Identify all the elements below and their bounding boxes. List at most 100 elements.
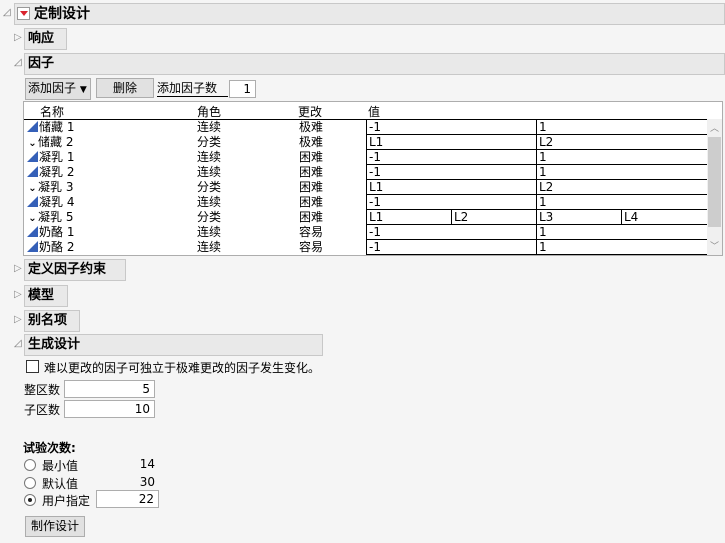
scroll-down-icon[interactable]: ﹀ — [710, 239, 719, 252]
factor-change[interactable]: 极难 — [299, 120, 323, 135]
header-values: 值 — [368, 105, 381, 119]
factor-name[interactable]: 凝乳 5 — [38, 210, 73, 224]
scroll-up-icon[interactable]: ︿ — [710, 121, 719, 134]
constraints-section[interactable]: 定义因子约束 — [24, 259, 126, 281]
factor-value[interactable]: 1 — [536, 225, 707, 240]
add-factor-dropdown[interactable]: 添加因子 ▼ — [25, 78, 91, 100]
expand-triangle-icon[interactable]: ▷ — [14, 289, 22, 301]
factor-value[interactable]: L2 — [536, 135, 707, 150]
red-menu-icon[interactable] — [17, 7, 30, 20]
factor-change[interactable]: 困难 — [299, 150, 323, 165]
factor-name[interactable]: 凝乳 2 — [39, 165, 74, 179]
factor-name[interactable]: 凝乳 1 — [39, 150, 74, 164]
alias-section[interactable]: 别名项 — [24, 310, 80, 332]
table-row[interactable]: 奶酪 2 连续 容易 -1 1 — [24, 240, 707, 255]
continuous-icon — [27, 196, 38, 207]
categorical-chevron-icon: ⌄ — [28, 213, 37, 224]
factor-value[interactable]: -1 — [366, 225, 537, 240]
continuous-icon — [27, 151, 38, 162]
factor-name[interactable]: 储藏 1 — [39, 120, 74, 134]
factor-role[interactable]: 连续 — [197, 240, 221, 255]
factor-role[interactable]: 连续 — [197, 195, 221, 210]
factor-value[interactable]: L2 — [451, 210, 537, 225]
whole-plots-input[interactable]: 5 — [64, 380, 155, 398]
responses-section[interactable]: 响应 — [24, 28, 67, 50]
factor-value[interactable]: L1 — [366, 180, 537, 195]
delete-button[interactable]: 删除 — [96, 78, 154, 98]
factor-name[interactable]: 奶酪 2 — [39, 240, 74, 254]
user-runs-input[interactable]: 22 — [96, 490, 159, 508]
factor-role[interactable]: 分类 — [197, 210, 221, 225]
model-section[interactable]: 模型 — [24, 285, 68, 307]
checkbox-label: 难以更改的因子可独立于极难更改的因子发生变化。 — [44, 361, 321, 375]
custom-design-header: 定制设计 — [14, 3, 725, 25]
collapse-triangle-icon[interactable]: ◿ — [14, 338, 22, 350]
categorical-chevron-icon: ⌄ — [28, 138, 37, 149]
table-row[interactable]: 凝乳 4 连续 困难 -1 1 — [24, 195, 707, 210]
scrollbar-thumb[interactable] — [708, 137, 721, 227]
expand-triangle-icon[interactable]: ▷ — [14, 263, 22, 275]
factor-change[interactable]: 容易 — [299, 225, 323, 240]
table-row[interactable]: 凝乳 1 连续 困难 -1 1 — [24, 150, 707, 165]
factor-change[interactable]: 困难 — [299, 180, 323, 195]
factor-value[interactable]: L1 — [366, 210, 452, 225]
factor-name[interactable]: 奶酪 1 — [39, 225, 74, 239]
factor-value[interactable]: -1 — [366, 165, 537, 180]
expand-triangle-icon[interactable]: ▷ — [14, 314, 22, 326]
factor-change[interactable]: 困难 — [299, 195, 323, 210]
table-row[interactable]: ⌄储藏 2 分类 极难 L1 L2 — [24, 135, 707, 150]
table-header: 名称 角色 更改 值 — [24, 102, 707, 120]
factor-value[interactable]: L3 — [536, 210, 622, 225]
table-row[interactable]: ⌄凝乳 3 分类 困难 L1 L2 — [24, 180, 707, 195]
expand-triangle-icon[interactable]: ▷ — [14, 32, 22, 44]
factor-role[interactable]: 分类 — [197, 180, 221, 195]
factor-role[interactable]: 分类 — [197, 135, 221, 150]
add-count-input[interactable]: 1 — [229, 80, 256, 98]
continuous-icon — [27, 121, 38, 132]
subplots-input[interactable]: 10 — [64, 400, 155, 418]
factor-role[interactable]: 连续 — [197, 165, 221, 180]
collapse-triangle-icon[interactable]: ◿ — [3, 7, 11, 19]
factor-value[interactable]: L1 — [366, 135, 537, 150]
independent-checkbox[interactable] — [26, 360, 39, 373]
collapse-triangle-icon[interactable]: ◿ — [14, 57, 22, 69]
whole-plots-label: 整区数 — [24, 383, 61, 397]
subplots-label: 子区数 — [24, 403, 61, 417]
factor-value[interactable]: -1 — [366, 240, 537, 255]
factor-change[interactable]: 容易 — [299, 240, 323, 255]
factor-value[interactable]: 1 — [536, 165, 707, 180]
factor-name[interactable]: 储藏 2 — [38, 135, 73, 149]
default-value: 30 — [139, 475, 155, 489]
continuous-icon — [27, 241, 38, 252]
factor-value[interactable]: 1 — [536, 150, 707, 165]
factor-value[interactable]: L4 — [621, 210, 707, 225]
factor-role[interactable]: 连续 — [197, 150, 221, 165]
factor-change[interactable]: 困难 — [299, 165, 323, 180]
factor-value[interactable]: -1 — [366, 120, 537, 135]
table-row[interactable]: 储藏 1 连续 极难 -1 1 — [24, 120, 707, 135]
runs-label: 试验次数: — [23, 441, 76, 455]
factor-value[interactable]: 1 — [536, 120, 707, 135]
radio-minimum[interactable] — [24, 459, 36, 471]
vertical-scrollbar[interactable]: ︿ ﹀ — [707, 119, 722, 255]
make-design-button[interactable]: 制作设计 — [25, 516, 85, 537]
radio-user-specified[interactable] — [24, 494, 36, 506]
factor-value[interactable]: 1 — [536, 240, 707, 255]
factors-section[interactable]: 因子 — [24, 53, 725, 75]
factor-value[interactable]: 1 — [536, 195, 707, 210]
factor-name[interactable]: 凝乳 3 — [38, 180, 73, 194]
factor-name[interactable]: 凝乳 4 — [39, 195, 74, 209]
factor-change[interactable]: 困难 — [299, 210, 323, 225]
generate-section[interactable]: 生成设计 — [24, 334, 323, 356]
factor-change[interactable]: 极难 — [299, 135, 323, 150]
factor-role[interactable]: 连续 — [197, 225, 221, 240]
factor-value[interactable]: -1 — [366, 195, 537, 210]
default-label: 默认值 — [42, 477, 79, 491]
factor-value[interactable]: L2 — [536, 180, 707, 195]
factor-role[interactable]: 连续 — [197, 120, 221, 135]
factor-value[interactable]: -1 — [366, 150, 537, 165]
table-row[interactable]: ⌄凝乳 5 分类 困难 L1 L2 L3 L4 — [24, 210, 707, 225]
radio-default[interactable] — [24, 477, 36, 489]
table-row[interactable]: 奶酪 1 连续 容易 -1 1 — [24, 225, 707, 240]
table-row[interactable]: 凝乳 2 连续 困难 -1 1 — [24, 165, 707, 180]
